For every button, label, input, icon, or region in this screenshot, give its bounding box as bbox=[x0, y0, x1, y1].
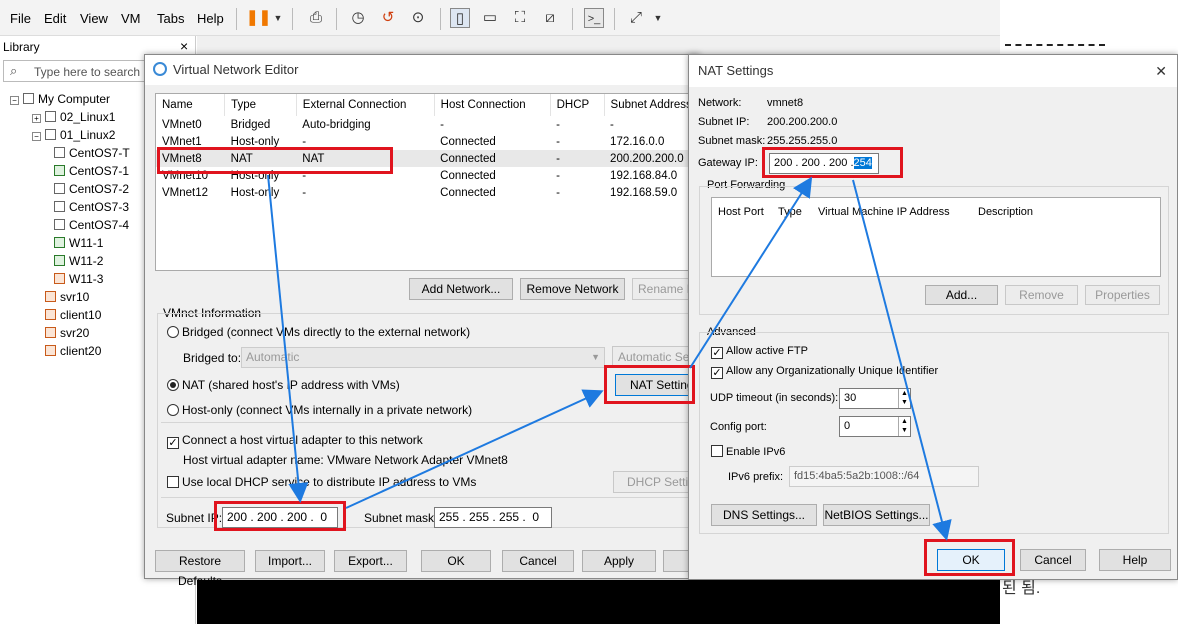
arrow-subnet-to-nat-settings bbox=[345, 389, 604, 509]
annotation-arrows bbox=[267, 174, 952, 541]
arrow-vmnet8-to-subnet bbox=[267, 174, 309, 503]
arrow-gateway-to-ok bbox=[852, 179, 952, 541]
arrow-nat-settings-to-gateway bbox=[689, 176, 813, 369]
